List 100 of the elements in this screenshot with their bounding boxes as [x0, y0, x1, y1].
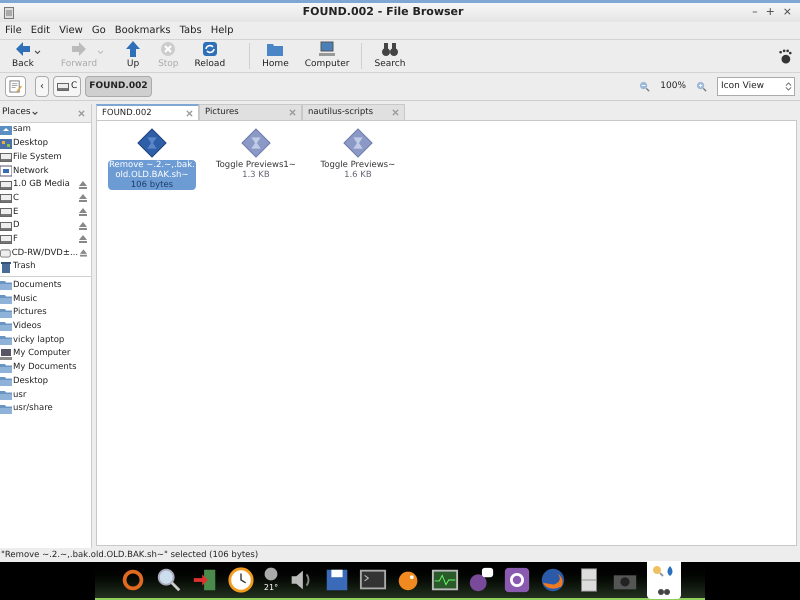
- folder-icon: [0, 402, 12, 415]
- drive-icon: [57, 82, 69, 92]
- menu-item[interactable]: View: [59, 22, 83, 38]
- sidebar-item[interactable]: E: [0, 205, 91, 219]
- sidebar-item[interactable]: Pictures: [0, 306, 91, 320]
- script-tile[interactable]: Toggle Previews~ 1.6 KB: [316, 128, 400, 180]
- toolbar-button[interactable]: Computer: [296, 40, 358, 72]
- sidebar-item[interactable]: usr: [0, 388, 91, 402]
- stop-icon: [159, 40, 178, 58]
- drive-icon: [0, 220, 12, 232]
- folder-icon: [0, 388, 12, 401]
- weather-reading: 21°: [264, 582, 278, 594]
- path-crumb[interactable]: C: [53, 76, 82, 97]
- folder-icon: [0, 362, 12, 374]
- binoculars-icon: [380, 40, 399, 58]
- clock-icon[interactable]: [227, 566, 255, 594]
- eject-icon[interactable]: [78, 193, 88, 204]
- reload-icon: [200, 40, 219, 58]
- menu-item[interactable]: Bookmarks: [114, 22, 171, 38]
- sidebar-item[interactable]: sam: [0, 123, 91, 137]
- minimize-button[interactable]: –: [752, 4, 758, 21]
- folder-icon: [0, 320, 12, 332]
- sidebar-item[interactable]: My Documents: [0, 360, 91, 374]
- computer-icon: [318, 40, 336, 58]
- file-name: Toggle Previews1~: [216, 160, 296, 170]
- tab[interactable]: Pictures: [199, 104, 302, 120]
- status-text: "Remove ~.2.~,.bak.old.OLD.BAK.sh~" selected (106 bytes): [1, 548, 258, 562]
- sidebar-item[interactable]: C: [0, 191, 91, 206]
- toolbar-button[interactable]: Up: [116, 40, 150, 72]
- drive-icon: [0, 233, 12, 246]
- toolbar-button[interactable]: Home: [254, 40, 297, 72]
- trash-icon: [0, 260, 12, 273]
- tab[interactable]: FOUND.002: [96, 104, 199, 120]
- script-file-icon: [240, 128, 271, 158]
- folder-icon: [0, 375, 12, 388]
- menu-item[interactable]: Tabs: [180, 22, 202, 38]
- close-button[interactable]: ×: [782, 4, 792, 21]
- edit-location-button[interactable]: [5, 76, 26, 97]
- sidebar-item[interactable]: File System: [0, 150, 91, 164]
- file-size: 1.6 KB: [343, 170, 373, 180]
- folder-icon: [0, 306, 12, 319]
- maximize-button[interactable]: +: [766, 4, 775, 21]
- eject-icon[interactable]: [78, 180, 88, 190]
- sidebar-item[interactable]: My Computer: [0, 347, 91, 361]
- sidebar-item[interactable]: vicky laptop: [0, 333, 91, 347]
- folder-icon: [0, 279, 12, 292]
- sidebar-item[interactable]: Music: [0, 292, 91, 306]
- foot-logo-icon: [778, 48, 792, 64]
- view-select[interactable]: Icon View: [717, 77, 795, 96]
- gear-icon[interactable]: [503, 566, 531, 594]
- folder-icon: [0, 293, 12, 306]
- spin-caret-icon: [785, 82, 792, 91]
- menu-item[interactable]: Go: [92, 22, 106, 38]
- drive-icon: [0, 178, 12, 191]
- sidebar-item[interactable]: Videos: [0, 320, 91, 334]
- toolbar-button[interactable]: Search: [366, 40, 414, 72]
- eject-icon[interactable]: [78, 206, 88, 217]
- menu-item[interactable]: Edit: [30, 22, 50, 38]
- eject-icon[interactable]: [78, 234, 88, 244]
- drive-icon: [0, 151, 12, 164]
- menu-item[interactable]: Help: [210, 22, 234, 38]
- drive-icon: [0, 206, 12, 218]
- sidebar-item[interactable]: 1.0 GB Media: [0, 178, 91, 192]
- eject-icon[interactable]: [79, 248, 88, 258]
- magnifier-icon[interactable]: [155, 566, 183, 594]
- window-title: FOUND.002 - File Browser: [302, 4, 464, 20]
- folder-icon: [0, 334, 12, 346]
- script-file-icon: [136, 128, 167, 158]
- script-tile[interactable]: Toggle Previews1~ 1.3 KB: [214, 128, 298, 180]
- sidebar-item[interactable]: usr/share: [0, 402, 91, 416]
- dropdown-caret-icon[interactable]: [34, 50, 41, 54]
- up-arrow-icon: [124, 40, 142, 58]
- window-menu-icon[interactable]: [4, 6, 14, 18]
- toolbar-button[interactable]: Back: [4, 40, 38, 72]
- file-name: Toggle Previews~: [320, 160, 396, 170]
- menu-item[interactable]: File: [5, 22, 22, 38]
- disc-drive-icon: [0, 247, 11, 260]
- sidebar-item[interactable]: F: [0, 232, 91, 246]
- path-back-button[interactable]: ‹: [35, 76, 49, 97]
- sidebar-item[interactable]: CD-RW/DVD±...: [0, 246, 91, 260]
- file-size: 1.3 KB: [241, 170, 271, 180]
- file-size: 106 bytes: [130, 180, 174, 190]
- back-arrow-icon: [14, 40, 32, 58]
- zoom-out-icon[interactable]: [639, 81, 650, 92]
- sidebar-item[interactable]: Desktop: [0, 136, 91, 150]
- toolbar-button[interactable]: Reload: [186, 40, 234, 72]
- eject-icon[interactable]: [78, 220, 88, 231]
- computer-icon: [0, 348, 12, 360]
- path-crumb[interactable]: FOUND.002: [85, 76, 152, 97]
- close-icon[interactable]: [186, 110, 193, 116]
- sidebar-item[interactable]: Trash: [0, 260, 91, 274]
- forward-arrow-icon: [70, 40, 88, 58]
- script-file-icon: [342, 128, 373, 158]
- tab[interactable]: nautilus-scripts: [302, 104, 405, 120]
- zoom-in-icon[interactable]: [696, 81, 707, 92]
- sidebar-item[interactable]: D: [0, 218, 91, 232]
- script-tile[interactable]: Remove ~.2.~,.bak. old.OLD.BAK.sh~ 106 bytes: [108, 128, 196, 190]
- sidebar-item[interactable]: Network: [0, 164, 91, 178]
- sidebar-item[interactable]: Desktop: [0, 374, 91, 388]
- sidebar-item[interactable]: Documents: [0, 278, 91, 292]
